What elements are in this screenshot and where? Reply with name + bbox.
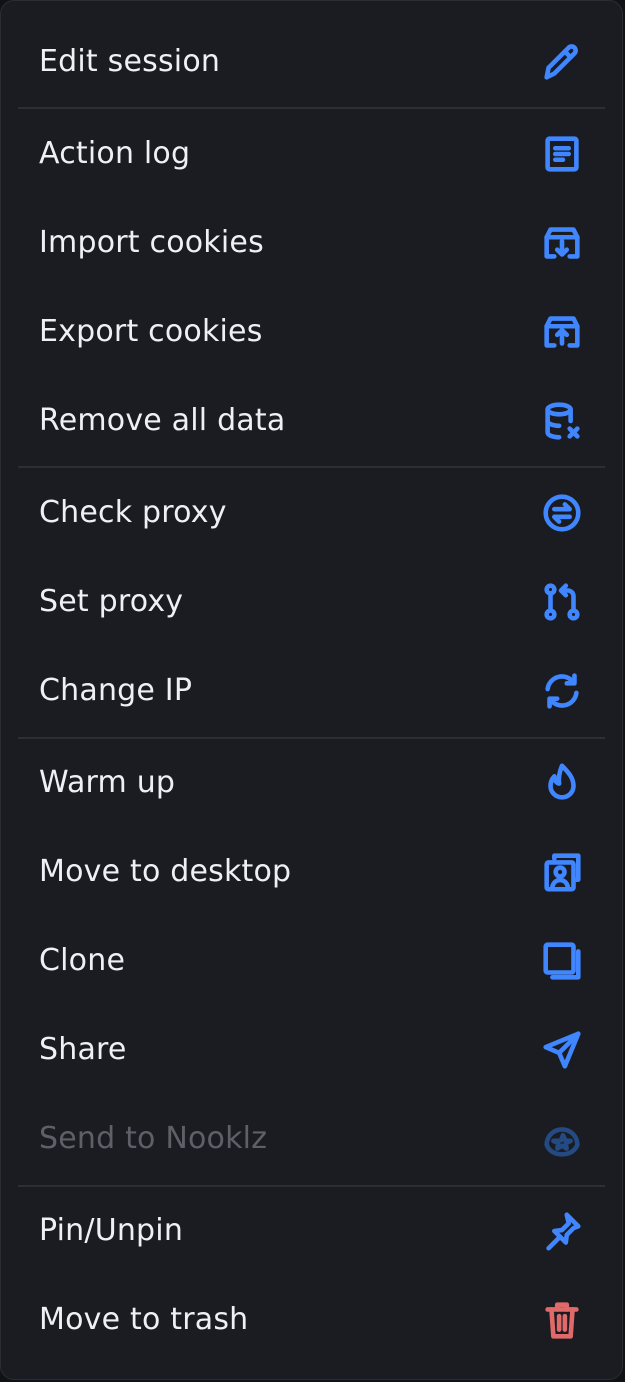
menu-item-share[interactable]: Share <box>1 1005 622 1094</box>
menu-item-label: Share <box>39 1032 127 1067</box>
menu-item-label: Clone <box>39 943 126 978</box>
menu-item-label: Warm up <box>39 765 176 800</box>
menu-item-pin-unpin[interactable]: Pin/Unpin <box>1 1186 622 1275</box>
menu-item-label: Remove all data <box>39 403 286 438</box>
box-download-icon <box>538 219 586 267</box>
circle-arrows-icon <box>538 489 586 537</box>
menu-item-remove-all-data[interactable]: Remove all data <box>1 376 622 465</box>
document-list-icon <box>538 130 586 178</box>
menu-item-set-proxy[interactable]: Set proxy <box>1 557 622 646</box>
menu-item-label: Edit session <box>39 44 221 79</box>
menu-item-action-log[interactable]: Action log <box>1 109 622 198</box>
menu-item-move-to-desktop[interactable]: Move to desktop <box>1 827 622 916</box>
menu-item-label: Send to Nooklz <box>39 1121 268 1156</box>
menu-item-import-cookies[interactable]: Import cookies <box>1 198 622 287</box>
menu-item-label: Move to desktop <box>39 854 292 889</box>
user-photos-icon <box>538 848 586 896</box>
menu-item-warm-up[interactable]: Warm up <box>1 738 622 827</box>
menu-item-send-to-nooklz: Send to Nooklz <box>1 1094 622 1183</box>
flame-icon <box>538 759 586 807</box>
menu-item-label: Move to trash <box>39 1302 249 1337</box>
send-icon <box>538 1026 586 1074</box>
menu-item-label: Check proxy <box>39 495 227 530</box>
menu-item-export-cookies[interactable]: Export cookies <box>1 287 622 376</box>
menu-item-label: Export cookies <box>39 314 263 349</box>
refresh-icon <box>538 667 586 715</box>
box-upload-icon <box>538 308 586 356</box>
database-x-icon <box>538 397 586 445</box>
git-compare-icon <box>538 578 586 626</box>
copy-icon <box>538 937 586 985</box>
menu-item-edit-session[interactable]: Edit session <box>1 17 622 106</box>
menu-item-label: Import cookies <box>39 225 264 260</box>
menu-item-check-proxy[interactable]: Check proxy <box>1 468 622 557</box>
menu-item-label: Change IP <box>39 673 193 708</box>
pin-icon <box>538 1207 586 1255</box>
pencil-icon <box>538 38 586 86</box>
menu-item-change-ip[interactable]: Change IP <box>1 646 622 735</box>
menu-item-move-to-trash[interactable]: Move to trash <box>1 1275 622 1364</box>
menu-item-label: Action log <box>39 136 191 171</box>
menu-item-clone[interactable]: Clone <box>1 916 622 1005</box>
nooklz-icon <box>538 1115 586 1163</box>
menu-item-label: Set proxy <box>39 584 184 619</box>
trash-icon <box>538 1296 586 1344</box>
menu-item-label: Pin/Unpin <box>39 1213 184 1248</box>
context-menu: Edit session Action log Import cookies E… <box>0 0 623 1380</box>
